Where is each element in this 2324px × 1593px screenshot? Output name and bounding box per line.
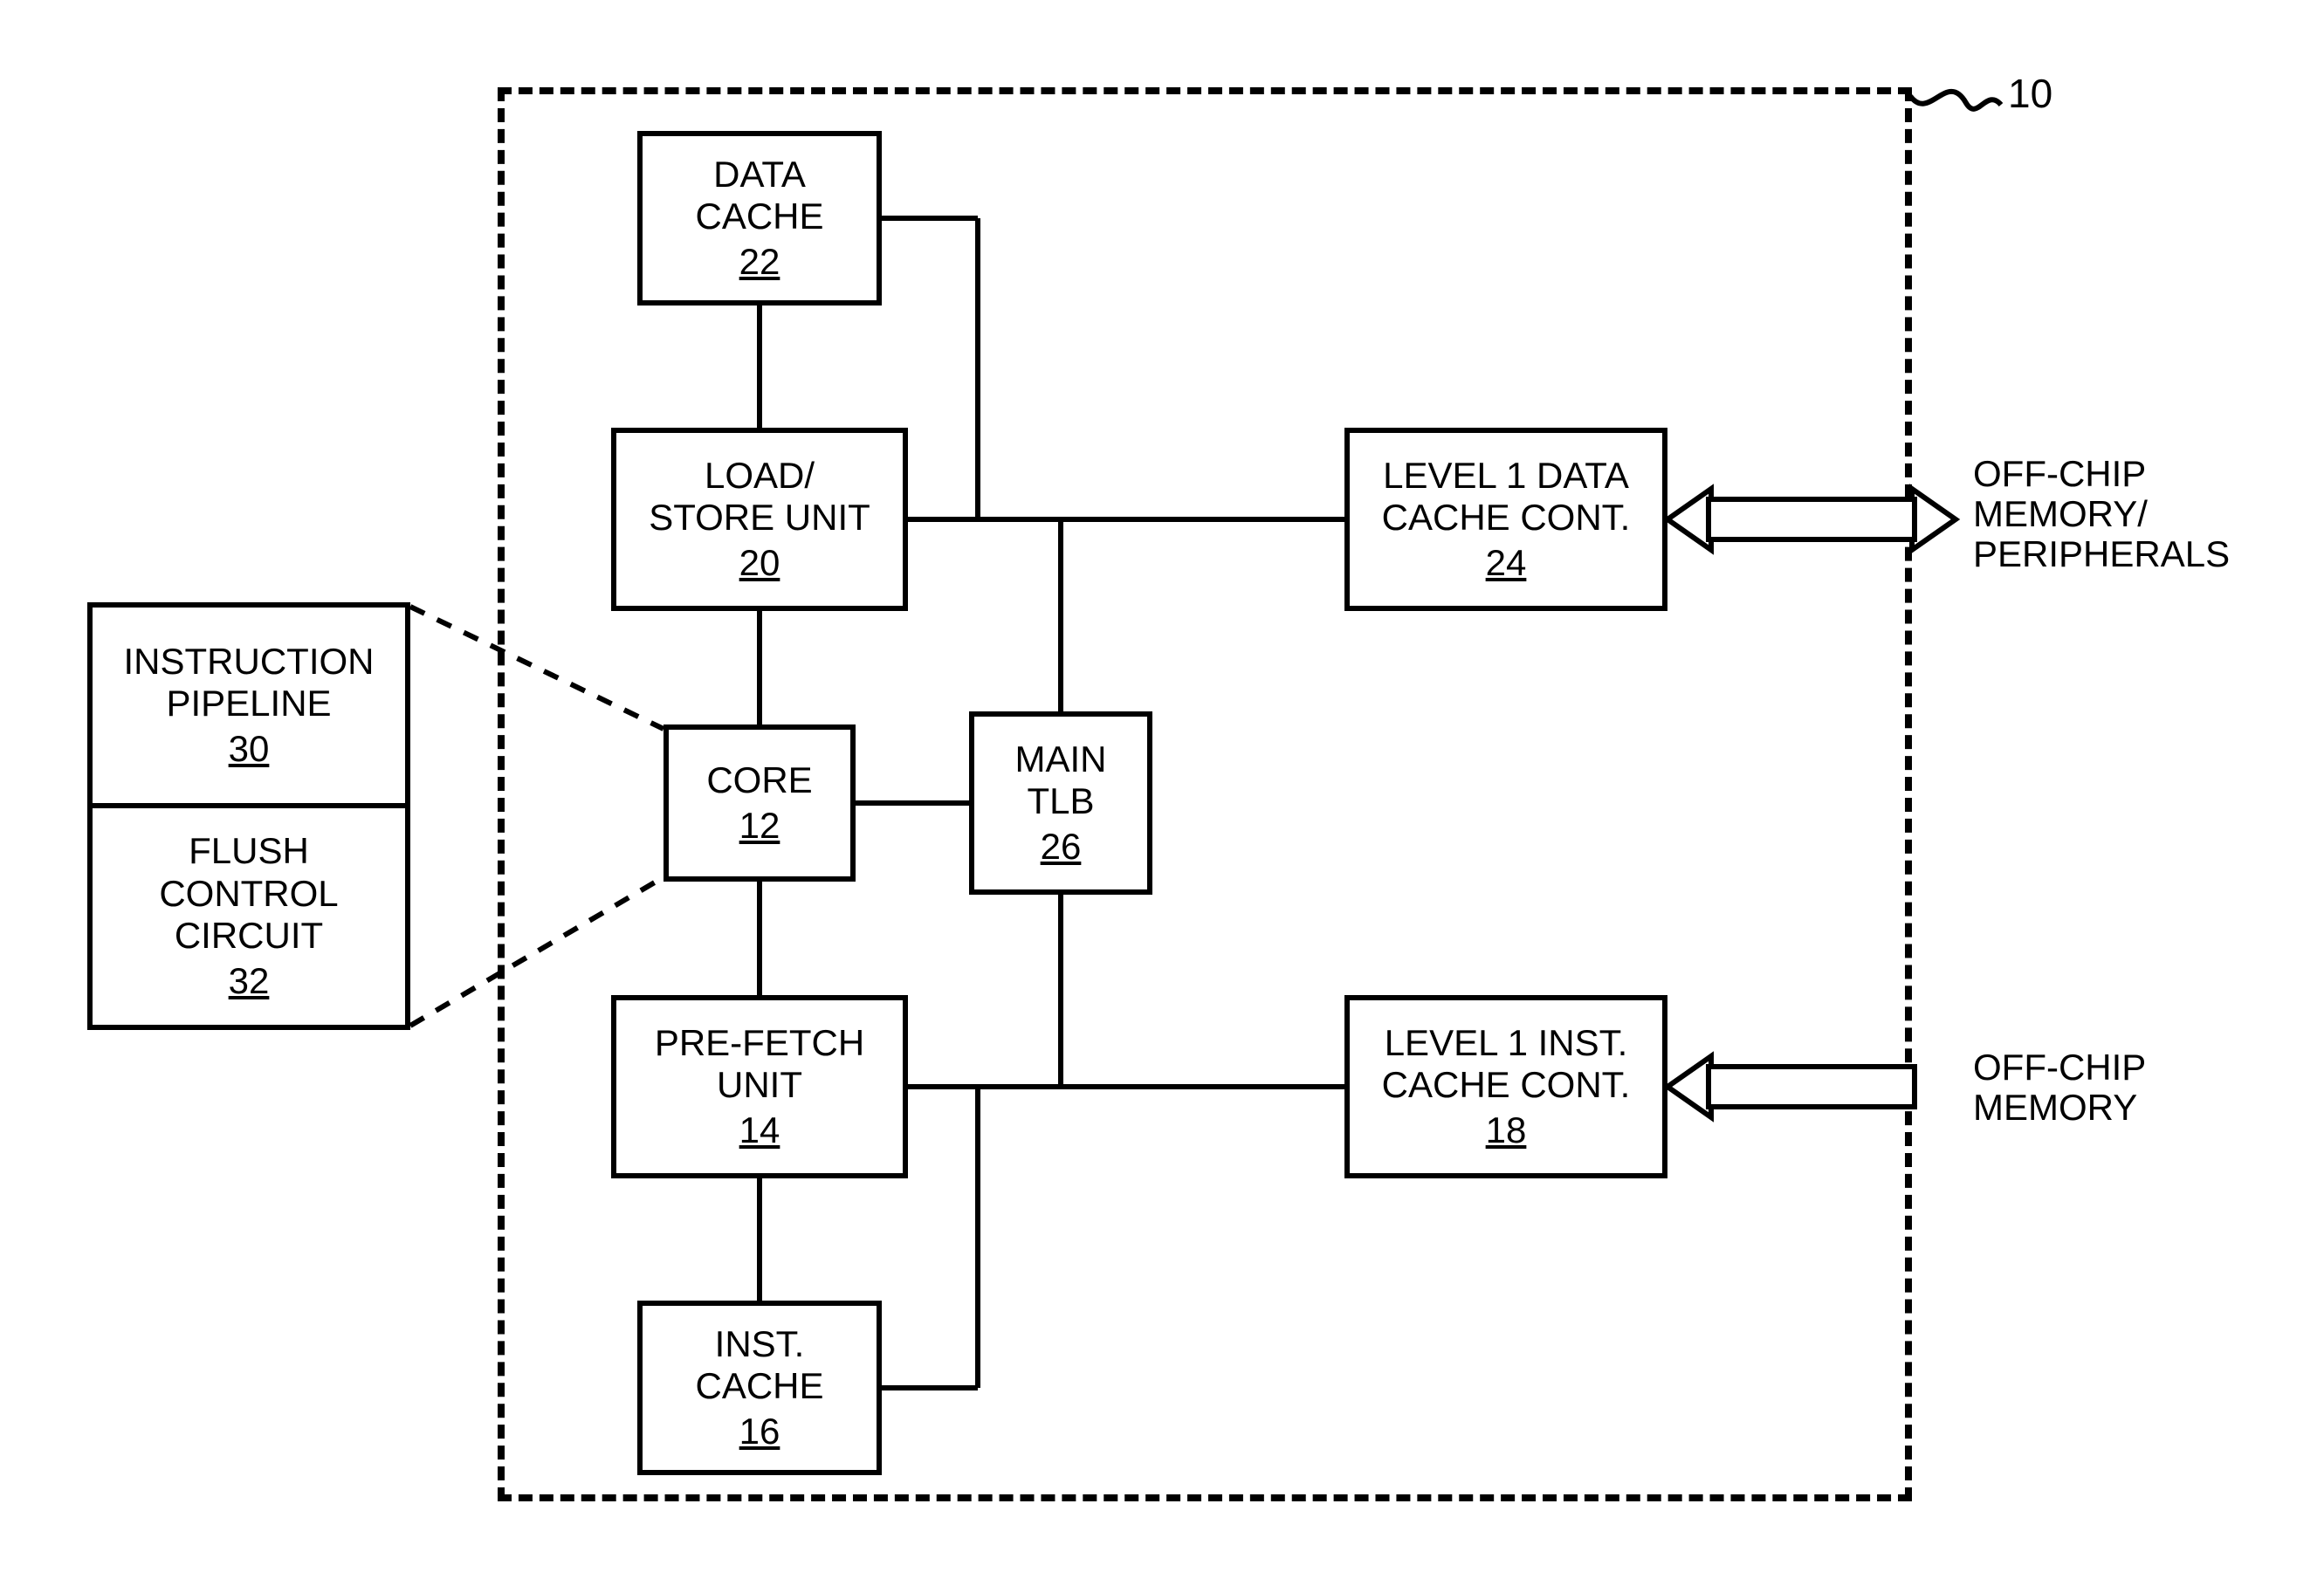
block-label: CACHE xyxy=(695,196,823,237)
block-ref: 30 xyxy=(229,728,270,770)
block-ref: 16 xyxy=(739,1411,780,1452)
chip-ref-number: 10 xyxy=(2008,70,2052,117)
label-off-chip-memory: OFF-CHIP MEMORY xyxy=(1973,1047,2146,1128)
block-label: CIRCUIT xyxy=(175,915,323,957)
block-label: MAIN xyxy=(1015,738,1107,780)
block-data-cache: DATA CACHE 22 xyxy=(637,131,882,306)
block-inst-cache: INST. CACHE 16 xyxy=(637,1301,882,1475)
block-l1-data-cache-cont: LEVEL 1 DATA CACHE CONT. 24 xyxy=(1344,428,1667,611)
block-ref: 14 xyxy=(739,1109,780,1151)
block-load-store-unit: LOAD/ STORE UNIT 20 xyxy=(611,428,908,611)
block-ref: 24 xyxy=(1486,542,1527,584)
block-label: INSTRUCTION xyxy=(124,641,375,683)
block-ref: 26 xyxy=(1041,826,1082,868)
block-label: TLB xyxy=(1027,780,1094,822)
block-ref: 12 xyxy=(739,805,780,847)
block-flush-control-circuit: FLUSH CONTROL CIRCUIT 32 xyxy=(87,803,410,1030)
block-instruction-pipeline: INSTRUCTION PIPELINE 30 xyxy=(87,602,410,803)
label-off-chip-memory-peripherals: OFF-CHIP MEMORY/ PERIPHERALS xyxy=(1973,454,2230,575)
block-label: STORE UNIT xyxy=(649,497,870,539)
block-label: UNIT xyxy=(717,1064,802,1106)
block-ref: 32 xyxy=(229,960,270,1002)
block-label: DATA xyxy=(713,154,806,196)
block-label: LOAD/ xyxy=(705,455,815,497)
block-label: FLUSH xyxy=(189,830,309,872)
block-ref: 20 xyxy=(739,542,780,584)
block-label: CACHE CONT. xyxy=(1382,1064,1631,1106)
block-label: PRE-FETCH xyxy=(655,1022,864,1064)
block-label: LEVEL 1 INST. xyxy=(1385,1022,1628,1064)
block-label: INST. xyxy=(715,1323,805,1365)
block-label: CACHE xyxy=(695,1365,823,1407)
block-label: LEVEL 1 DATA xyxy=(1383,455,1629,497)
block-ref: 18 xyxy=(1486,1109,1527,1151)
block-label: PIPELINE xyxy=(166,683,331,724)
block-label: CORE xyxy=(706,759,812,801)
block-main-tlb: MAIN TLB 26 xyxy=(969,711,1152,895)
block-ref: 22 xyxy=(739,241,780,283)
block-label: CONTROL xyxy=(159,873,338,915)
block-core: CORE 12 xyxy=(664,724,856,882)
block-l1-inst-cache-cont: LEVEL 1 INST. CACHE CONT. 18 xyxy=(1344,995,1667,1178)
diagram-canvas: 10 DATA CACHE 22 LOAD/ STORE UNIT 20 COR… xyxy=(0,0,2324,1593)
block-prefetch-unit: PRE-FETCH UNIT 14 xyxy=(611,995,908,1178)
block-label: CACHE CONT. xyxy=(1382,497,1631,539)
